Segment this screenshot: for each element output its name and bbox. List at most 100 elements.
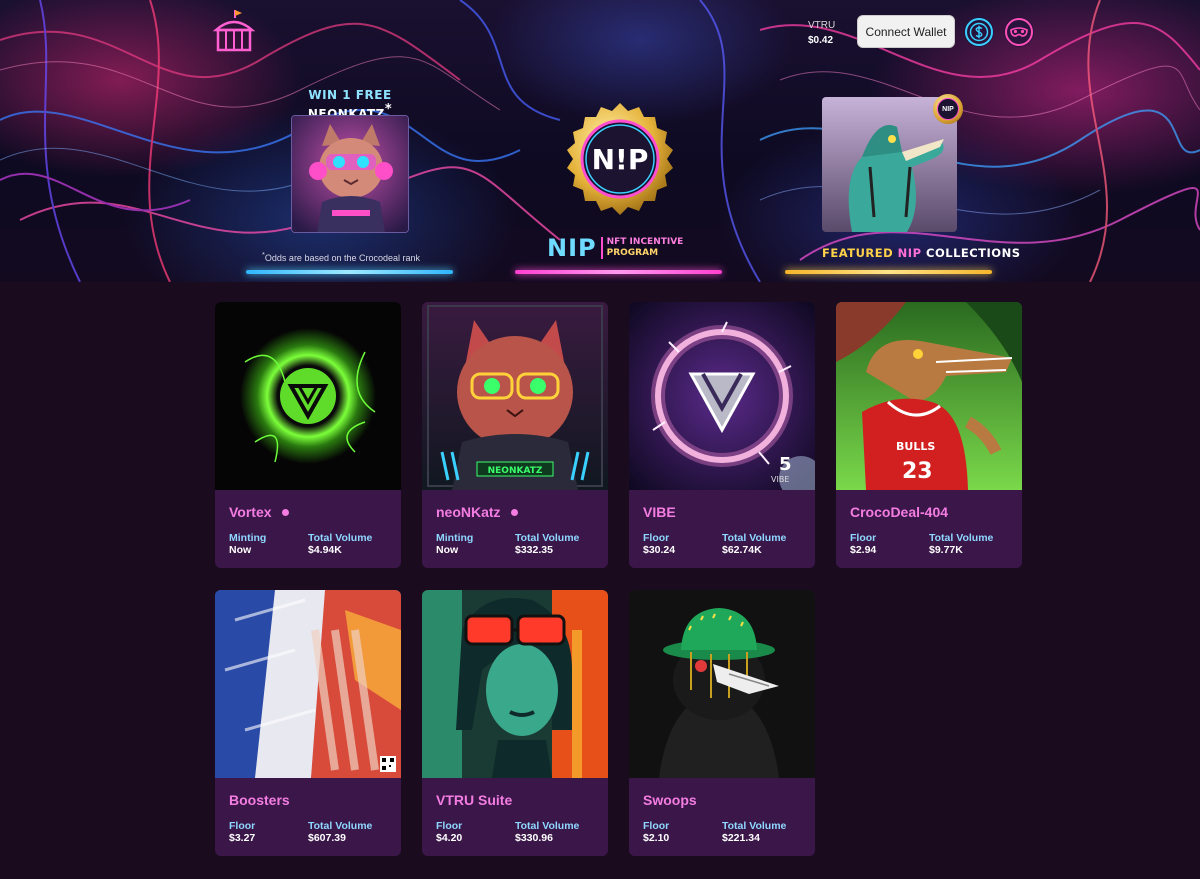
dollar-circle-icon bbox=[965, 18, 993, 46]
stat-key: Minting bbox=[436, 532, 474, 544]
stat-right: Total Volume $4.94K bbox=[308, 532, 372, 556]
featured-prefix: FEATURED bbox=[822, 246, 898, 260]
stat-value: $330.96 bbox=[515, 832, 553, 844]
card-info: VIBE Floor $30.24 Total Volume $62.74K bbox=[629, 490, 815, 568]
nip-divider bbox=[600, 237, 603, 259]
stat-right: Total Volume $62.74K bbox=[722, 532, 786, 556]
stat-value: $607.39 bbox=[308, 832, 346, 844]
stat-left: Floor $4.20 bbox=[436, 820, 462, 844]
stat-key: Floor bbox=[643, 820, 670, 832]
win-title-prefix: WIN 1 FREE bbox=[308, 88, 392, 102]
stat-value: $30.24 bbox=[643, 544, 676, 556]
card-name: VIBE bbox=[643, 504, 676, 520]
collection-card-vortex[interactable]: Vortex Minting Now Total Volume $4.94K bbox=[215, 302, 401, 568]
stat-right: Total Volume $221.34 bbox=[722, 820, 786, 844]
card-info: Boosters Floor $3.27 Total Volume $607.39 bbox=[215, 778, 401, 856]
stat-value: Now bbox=[436, 544, 459, 556]
neonkatz-artwork: NEONKATZ bbox=[422, 302, 608, 490]
card-info: neoNKatz Minting Now Total Volume $332.35 bbox=[422, 490, 608, 568]
stat-value: $4.20 bbox=[436, 832, 463, 844]
swoops-artwork bbox=[629, 590, 815, 778]
stat-key: Total Volume bbox=[308, 820, 373, 832]
stat-value: $9.77K bbox=[929, 544, 963, 556]
stat-left: Minting Now bbox=[436, 532, 473, 556]
card-info: CrocoDeal-404 Floor $2.94 Total Volume $9.… bbox=[836, 490, 1022, 568]
nip-program-text: NFT INCENTIVE PROGRAM bbox=[607, 237, 684, 259]
currency-button[interactable] bbox=[964, 17, 994, 47]
croc-jersey-team: BULLS bbox=[896, 440, 935, 453]
stat-left: Floor $2.94 bbox=[850, 532, 876, 556]
collection-card-neonkatz[interactable]: NEONKATZ neoNKatz Minting Now Total Volum… bbox=[422, 302, 608, 568]
card-info: Swoops Floor $2.10 Total Volume $221.34 bbox=[629, 778, 815, 856]
vtru-price: VTRU $0.42 bbox=[808, 18, 835, 48]
win-promo-underline bbox=[246, 270, 453, 274]
nip-word: NIP bbox=[547, 234, 597, 262]
vortex-artwork bbox=[215, 302, 401, 490]
collection-card-vibe[interactable]: 5 VIBE VIBE Floor $30.24 Total Volume $62.… bbox=[629, 302, 815, 568]
win-neonkatz-image[interactable] bbox=[291, 115, 409, 233]
vibe-artwork: 5 VIBE bbox=[629, 302, 815, 490]
card-info: VTRU Suite Floor $4.20 Total Volume $330.9… bbox=[422, 778, 608, 856]
nip-wordmark: NIP NFT INCENTIVE PROGRAM bbox=[547, 234, 683, 262]
card-name-row: CrocoDeal-404 bbox=[850, 504, 948, 520]
stat-key: Total Volume bbox=[722, 532, 787, 544]
vibe-caption: VIBE bbox=[771, 475, 789, 484]
collection-card-boosters[interactable]: Boosters Floor $3.27 Total Volume $607.39 bbox=[215, 590, 401, 856]
stat-left: Floor $3.27 bbox=[229, 820, 255, 844]
stat-right: Total Volume $9.77K bbox=[929, 532, 993, 556]
stat-left: Minting Now bbox=[229, 532, 266, 556]
vtru-value: $0.42 bbox=[808, 35, 834, 46]
stat-value: $221.34 bbox=[722, 832, 760, 844]
stat-key: Floor bbox=[850, 532, 877, 544]
featured-nip-badge-text: NIP bbox=[937, 98, 959, 120]
stat-value: $2.10 bbox=[643, 832, 670, 844]
card-name-row: Vortex bbox=[229, 504, 289, 520]
profile-button[interactable] bbox=[1004, 17, 1034, 47]
vtru-label: VTRU bbox=[808, 20, 836, 31]
card-name-row: Boosters bbox=[229, 792, 290, 808]
card-name: Vortex bbox=[229, 504, 272, 520]
card-name: neoNKatz bbox=[436, 504, 501, 520]
stat-key: Floor bbox=[643, 532, 670, 544]
featured-highlight: NIP bbox=[897, 246, 922, 260]
vibe-number: 5 bbox=[779, 454, 792, 475]
circus-tent-icon[interactable] bbox=[210, 8, 258, 54]
hero-banner: VTRU $0.42 Connect Wallet WIN 1 FREE NEO… bbox=[0, 0, 1200, 282]
stat-left: Floor $30.24 bbox=[643, 532, 675, 556]
card-name-row: VIBE bbox=[643, 504, 676, 520]
connect-wallet-button[interactable]: Connect Wallet bbox=[857, 15, 955, 48]
croc-jersey-number: 23 bbox=[902, 459, 933, 484]
boosters-artwork bbox=[215, 590, 401, 778]
card-name-row: neoNKatz bbox=[436, 504, 518, 520]
stat-value: $4.94K bbox=[308, 544, 342, 556]
card-name-row: Swoops bbox=[643, 792, 697, 808]
card-name: CrocoDeal-404 bbox=[850, 504, 949, 520]
odds-note: *Odds are based on the Crocodeal rank bbox=[262, 250, 452, 263]
stat-value: Now bbox=[229, 544, 252, 556]
odds-note-text: Odds are based on the Crocodeal rank bbox=[264, 253, 421, 263]
live-indicator-dot bbox=[281, 508, 289, 516]
nip-badge[interactable]: N!P bbox=[555, 94, 685, 224]
live-indicator-dot bbox=[510, 508, 518, 516]
featured-title: FEATURED NIP COLLECTIONS bbox=[822, 246, 1020, 260]
mask-icon bbox=[1005, 18, 1033, 46]
collection-card-vtru-suite[interactable]: VTRU Suite Floor $4.20 Total Volume $330.9… bbox=[422, 590, 608, 856]
stat-value: $3.27 bbox=[229, 832, 256, 844]
collection-card-swoops[interactable]: Swoops Floor $2.10 Total Volume $221.34 bbox=[629, 590, 815, 856]
featured-nip-badge: NIP bbox=[933, 94, 963, 124]
stat-right: Total Volume $332.35 bbox=[515, 532, 579, 556]
featured-underline bbox=[785, 270, 992, 274]
nip-badge-text: N!P bbox=[592, 143, 649, 176]
stat-key: Total Volume bbox=[515, 820, 580, 832]
stat-key: Floor bbox=[436, 820, 463, 832]
collection-card-crocodeal-404[interactable]: BULLS 23 CrocoDeal-404 Floor $2.94 Total … bbox=[836, 302, 1022, 568]
stat-key: Minting bbox=[229, 532, 267, 544]
stat-left: Floor $2.10 bbox=[643, 820, 669, 844]
stat-value: $2.94 bbox=[850, 544, 877, 556]
stat-value: $332.35 bbox=[515, 544, 553, 556]
nip-line1: NFT INCENTIVE bbox=[606, 237, 684, 247]
stat-key: Total Volume bbox=[515, 532, 580, 544]
card-name: Boosters bbox=[229, 792, 290, 808]
card-info: Vortex Minting Now Total Volume $4.94K bbox=[215, 490, 401, 568]
stat-key: Total Volume bbox=[308, 532, 373, 544]
